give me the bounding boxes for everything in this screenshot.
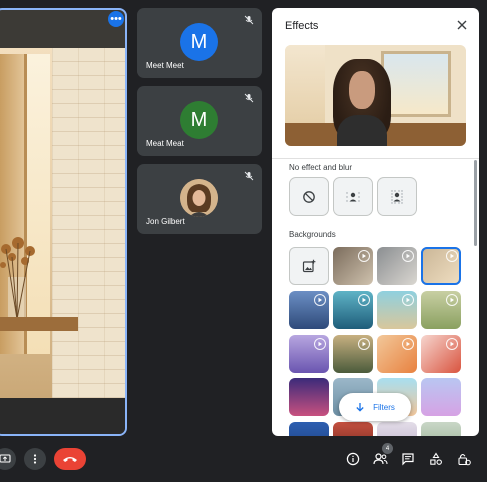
background-option[interactable] — [421, 291, 461, 329]
background-option[interactable] — [289, 422, 329, 436]
activities-button[interactable] — [428, 451, 444, 467]
avatar: M — [180, 101, 218, 139]
animated-background-icon — [402, 294, 414, 306]
animated-background-icon — [358, 294, 370, 306]
background-option[interactable] — [289, 378, 329, 416]
blur-slight-icon — [346, 191, 360, 202]
background-option[interactable] — [333, 291, 373, 329]
divider — [272, 158, 479, 159]
avatar: M — [180, 23, 218, 61]
animated-background-icon — [314, 294, 326, 306]
participant-name: Meat Meat — [146, 139, 184, 148]
add-image-icon — [302, 259, 316, 273]
host-controls-button[interactable] — [456, 451, 472, 467]
background-option[interactable] — [333, 247, 373, 285]
filters-label: Filters — [373, 402, 395, 412]
panel-title: Effects — [285, 20, 319, 32]
mic-off-icon — [244, 93, 254, 103]
background-option[interactable] — [421, 422, 461, 436]
more-vert-icon — [33, 454, 37, 464]
video-bottom-area — [0, 398, 125, 434]
self-view-preview — [285, 45, 466, 146]
end-call-icon — [63, 457, 77, 462]
close-button[interactable] — [455, 18, 469, 32]
slight-blur-button[interactable] — [333, 177, 373, 216]
arrow-down-icon — [356, 403, 364, 412]
preview-person-face — [349, 71, 375, 109]
animated-background-icon — [402, 250, 414, 262]
participant-name: Jon Gilbert — [146, 217, 185, 226]
effects-panel: Effects No effect and blur Backgrounds F… — [272, 8, 479, 436]
background-option[interactable] — [333, 422, 373, 436]
more-options-button[interactable]: ••• — [108, 11, 124, 27]
dried-flowers — [0, 237, 35, 320]
no-effect-section-label: No effect and blur — [289, 163, 353, 172]
animated-background-icon — [446, 294, 458, 306]
host-controls-icon — [458, 453, 471, 466]
info-icon — [346, 452, 360, 466]
brick-wall — [52, 48, 125, 398]
people-icon — [372, 453, 387, 465]
animated-background-icon — [358, 338, 370, 350]
backgrounds-section-label: Backgrounds — [289, 230, 336, 239]
more-options-button[interactable] — [24, 448, 46, 470]
mic-off-icon — [244, 171, 254, 181]
background-option[interactable] — [333, 335, 373, 373]
meeting-details-button[interactable] — [345, 451, 361, 467]
preview-person-body — [337, 115, 387, 146]
activities-icon — [430, 452, 442, 465]
background-option[interactable] — [377, 291, 417, 329]
mic-off-icon — [244, 15, 254, 25]
blur-full-icon — [391, 189, 403, 204]
participant-name: Meet Meet — [146, 61, 184, 70]
background-option[interactable] — [289, 291, 329, 329]
background-option[interactable] — [421, 335, 461, 373]
present-button[interactable] — [0, 448, 16, 470]
chat-icon — [402, 453, 414, 466]
close-icon — [457, 20, 467, 30]
present-screen-icon — [0, 454, 11, 463]
end-call-button[interactable] — [54, 448, 86, 470]
panel-scrollbar[interactable] — [474, 160, 477, 246]
more-options-icon: ••• — [110, 12, 122, 25]
background-option[interactable] — [421, 378, 461, 416]
filters-button[interactable]: Filters — [339, 393, 411, 421]
blur-background-button[interactable] — [377, 177, 417, 216]
no-effect-button[interactable] — [289, 177, 329, 216]
background-option[interactable] — [289, 335, 329, 373]
participant-tile[interactable]: M Meet Meet — [137, 8, 262, 78]
background-option[interactable] — [377, 247, 417, 285]
participant-tile[interactable]: M Meat Meat — [137, 86, 262, 156]
animated-background-icon — [358, 250, 370, 262]
no-effect-icon — [303, 190, 315, 203]
main-video-feed[interactable] — [0, 8, 127, 436]
background-option-selected[interactable] — [421, 247, 461, 285]
background-option[interactable] — [377, 335, 417, 373]
avatar — [180, 179, 218, 217]
shelf — [0, 317, 78, 331]
chat-button[interactable] — [400, 451, 416, 467]
preview-window — [381, 51, 451, 117]
animated-background-icon — [314, 338, 326, 350]
upload-background-button[interactable] — [289, 247, 329, 285]
animated-background-icon — [446, 338, 458, 350]
people-count-badge: 4 — [382, 443, 393, 454]
background-option[interactable] — [377, 422, 417, 436]
meet-call-screen: ••• M Meet Meet M Meat Meat Jon Gilbert — [0, 0, 487, 482]
participant-tile[interactable]: Jon Gilbert — [137, 164, 262, 234]
animated-background-icon — [402, 338, 414, 350]
animated-background-icon — [446, 250, 458, 262]
